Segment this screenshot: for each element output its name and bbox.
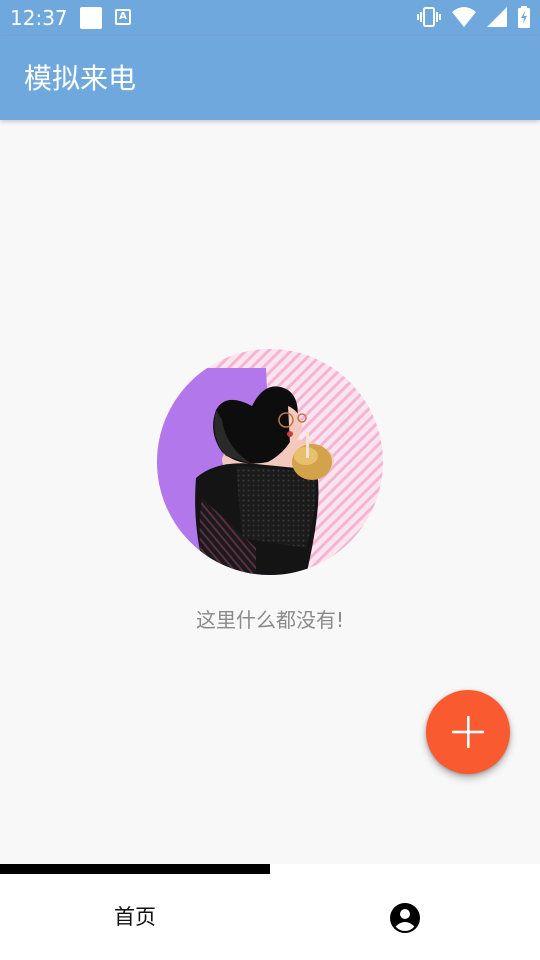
selected-tab-indicator [0, 864, 270, 874]
wifi-icon [451, 7, 476, 27]
plus-icon [452, 716, 484, 748]
account-circle-icon [390, 903, 420, 933]
status-icons [411, 6, 530, 30]
add-button[interactable] [426, 690, 510, 774]
vibrate-icon [416, 7, 441, 27]
status-bar: 12:37 A [0, 0, 540, 36]
bottom-navigation: 首页 [0, 864, 540, 960]
tab-home[interactable]: 首页 [0, 874, 270, 960]
woman-drinking-illustration [157, 349, 383, 575]
battery-charging-icon [518, 6, 530, 28]
status-time: 12:37 [10, 6, 68, 30]
app-title: 模拟来电 [24, 62, 137, 95]
notification-icon [80, 7, 102, 29]
tab-profile[interactable] [270, 874, 540, 960]
empty-state-message: 这里什么都没有! [195, 608, 345, 632]
signal-icon [486, 7, 507, 27]
app-bar: 模拟来电 [0, 36, 540, 120]
tab-home-label: 首页 [114, 905, 156, 929]
notification-a-icon: A [115, 9, 131, 25]
